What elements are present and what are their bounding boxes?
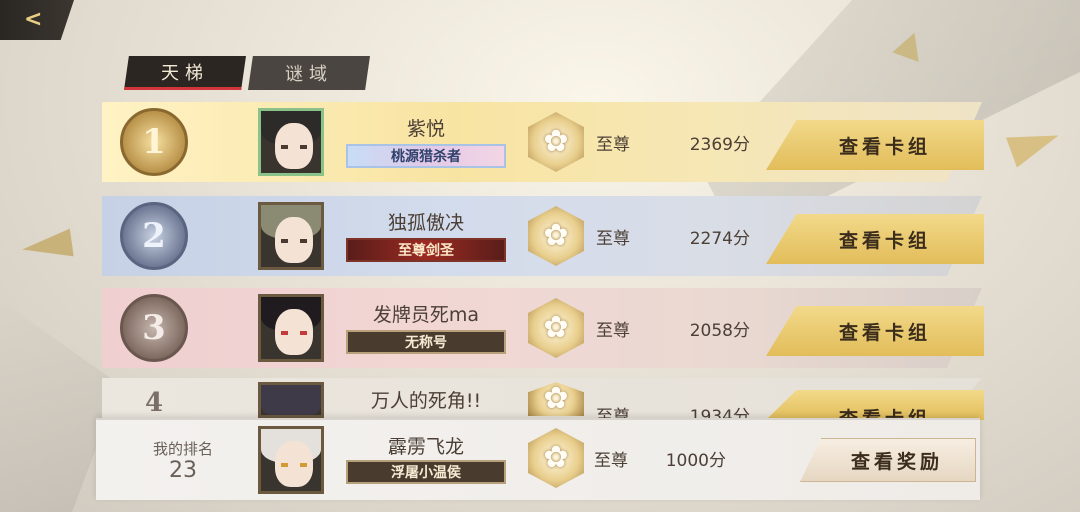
player-title: 至尊剑圣: [346, 238, 506, 262]
tier-name: 至尊: [596, 321, 630, 341]
avatar[interactable]: [258, 382, 324, 418]
ranking-row: 3 发牌员死ma 无称号 ✿ 至尊 2058分 查看卡组: [102, 288, 984, 368]
tier-name: 至尊: [596, 135, 630, 155]
rank-medal: 4: [144, 388, 164, 418]
chevron-left-icon: <: [24, 7, 43, 32]
rank-medal: 3: [120, 294, 188, 362]
avatar[interactable]: [258, 108, 324, 176]
rank-medal: 2: [120, 202, 188, 270]
view-deck-button[interactable]: 查看卡组: [766, 214, 984, 264]
player-title: 桃源猎杀者: [346, 144, 506, 168]
ranking-row: 2 独孤傲决 至尊剑圣 ✿ 至尊 2274分 查看卡组: [102, 196, 984, 276]
view-rewards-button[interactable]: 查看奖励: [800, 438, 976, 482]
player-name: 紫悦: [406, 118, 445, 140]
view-deck-button[interactable]: 查看卡组: [766, 390, 984, 420]
back-button[interactable]: <: [0, 0, 74, 40]
player-name: 发牌员死ma: [372, 304, 480, 326]
score: 2058分: [689, 321, 750, 341]
avatar[interactable]: [258, 426, 324, 494]
tab-ladder[interactable]: 天梯: [124, 56, 246, 90]
avatar[interactable]: [258, 294, 324, 362]
avatar[interactable]: [258, 202, 324, 270]
my-rank-number: 23: [169, 458, 197, 483]
rank-medal: 1: [120, 108, 188, 176]
my-rank-label: 我的排名: [152, 440, 213, 458]
arrow-decoration: [20, 228, 74, 264]
player-name: 霹雳飞龙: [387, 436, 464, 458]
tab-mystery[interactable]: 谜域: [248, 56, 370, 90]
score: 2274分: [689, 229, 750, 249]
score: 1000分: [665, 451, 726, 471]
arrow-decoration: [1006, 120, 1064, 168]
player-name: 万人的死角!!: [370, 390, 482, 412]
score: 2369分: [689, 135, 750, 155]
player-title: 无称号: [346, 330, 506, 354]
mode-tabs: 天梯 谜域: [124, 56, 370, 90]
my-rank-bar: 我的排名 23 霹雳飞龙 浮屠小温侯 ✿ 至尊 1000分 查看奖励: [96, 418, 980, 500]
tier-name: 至尊: [594, 451, 628, 471]
view-deck-button[interactable]: 查看卡组: [766, 306, 984, 356]
ranking-row: 1 紫悦 桃源猎杀者 ✿ 至尊 2369分 查看卡组: [102, 102, 984, 182]
player-name: 独孤傲决: [387, 212, 464, 234]
tier-name: 至尊: [596, 229, 630, 249]
view-deck-button[interactable]: 查看卡组: [766, 120, 984, 170]
ranking-row: 4 万人的死角!! ✿ 至尊 1934分 查看卡组: [102, 378, 984, 427]
player-title: 浮屠小温侯: [346, 460, 506, 484]
